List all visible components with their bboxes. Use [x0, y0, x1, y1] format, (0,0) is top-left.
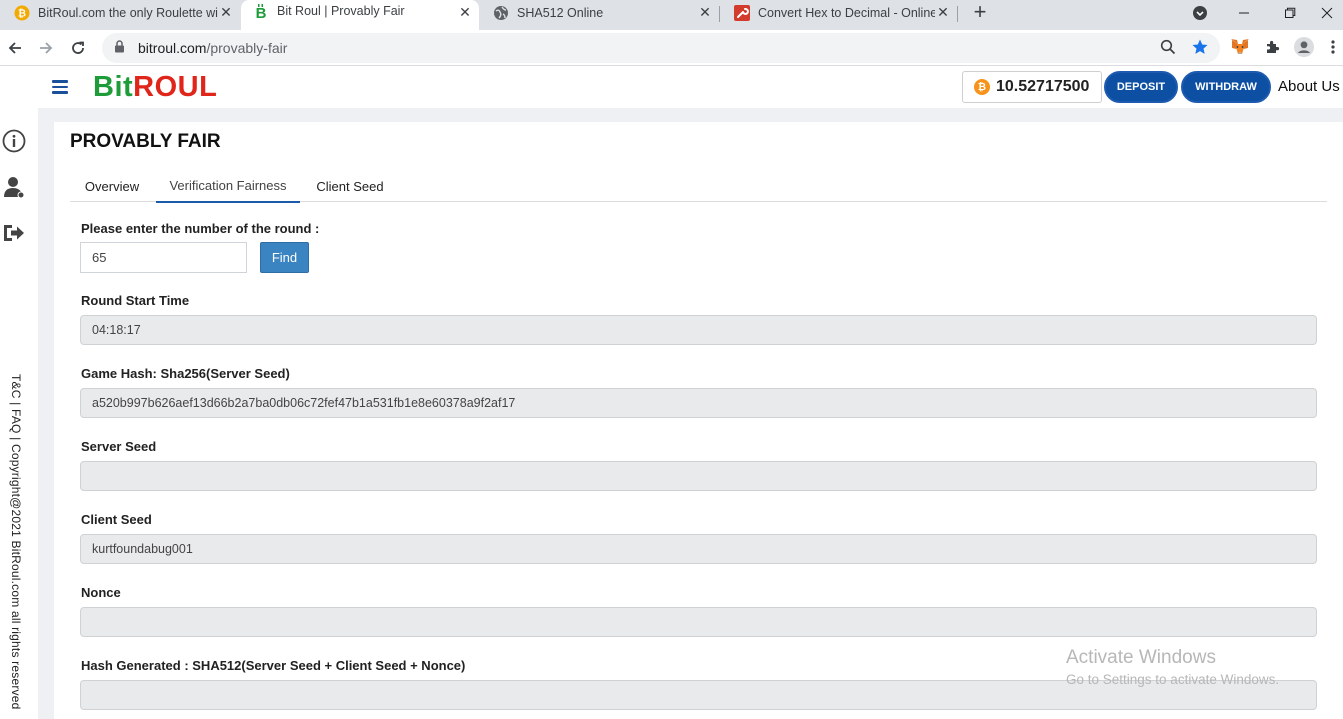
reload-icon[interactable] — [66, 36, 90, 60]
browser-tab-hex-to-decimal[interactable]: Convert Hex to Decimal - Online ✕ — [720, 0, 957, 25]
bitroul-logo[interactable]: BitROUL — [93, 71, 217, 104]
round-start-time-field[interactable]: 04:18:17 — [80, 315, 1317, 345]
hash-generated-label: Hash Generated : SHA512(Server Seed + Cl… — [81, 658, 466, 673]
nonce-label: Nonce — [81, 585, 121, 600]
game-hash-field[interactable]: a520b997b626aef13d66b2a7ba0db06c72fef47b… — [80, 388, 1317, 418]
round-number-input[interactable]: 65 — [80, 242, 247, 273]
svg-text:B: B — [256, 5, 267, 20]
wrench-icon — [734, 4, 750, 21]
about-us-link[interactable]: About Us — [1278, 78, 1340, 95]
globe-icon — [493, 5, 509, 21]
browser-tab-provably-fair[interactable]: B Bit Roul | Provably Fair ✕ — [241, 0, 479, 34]
new-tab-button[interactable]: + — [970, 1, 990, 23]
client-seed-label: Client Seed — [81, 512, 152, 527]
address-bar[interactable]: bitroul.com/provably-fair — [102, 33, 1220, 63]
lock-icon — [114, 40, 128, 56]
browser-toolbar: bitroul.com/provably-fair — [0, 30, 1343, 66]
tab-separator — [957, 6, 958, 22]
close-icon[interactable]: ✕ — [697, 4, 713, 21]
wallet-balance: ₿ 10.52717500 — [962, 71, 1102, 103]
browser-tab-title: Convert Hex to Decimal - Online — [758, 5, 935, 20]
close-window-icon[interactable] — [1311, 0, 1343, 25]
url-text: bitroul.com/provably-fair — [138, 40, 287, 56]
svg-text:₿: ₿ — [18, 7, 26, 19]
round-start-time-label: Round Start Time — [81, 293, 190, 308]
balance-amount: 10.52717500 — [996, 78, 1090, 95]
bitcoin-coin-icon: ₿ — [974, 79, 990, 95]
browser-tab-title: Bit Roul | Provably Fair — [277, 4, 405, 18]
url-host: bitroul.com — [138, 40, 207, 56]
browser-tab-title: SHA512 Online — [517, 5, 604, 20]
info-icon[interactable] — [1, 128, 27, 154]
close-icon[interactable]: ✕ — [457, 4, 473, 20]
minimize-icon[interactable] — [1222, 0, 1266, 25]
close-icon[interactable]: ✕ — [218, 4, 234, 21]
extensions-puzzle-icon[interactable] — [1263, 37, 1283, 57]
forward-icon[interactable] — [34, 36, 58, 60]
server-seed-field[interactable] — [80, 461, 1317, 491]
zoom-search-icon[interactable] — [1158, 37, 1178, 57]
restore-icon[interactable] — [1268, 0, 1312, 25]
bitroul-favicon: B — [253, 4, 269, 20]
browser-tab-bitroul-home[interactable]: ₿ BitRoul.com the only Roulette wi ✕ — [0, 0, 240, 25]
sidebar-footer-text[interactable]: T&C | FAQ | Copyright@2021 BitRoul.com a… — [9, 374, 23, 709]
nonce-field[interactable] — [80, 607, 1317, 637]
find-button[interactable]: Find — [260, 242, 309, 273]
tab-search-icon[interactable] — [1178, 0, 1222, 25]
browser-tab-sha512[interactable]: SHA512 Online ✕ — [479, 0, 719, 25]
metamask-fox-icon[interactable] — [1230, 37, 1250, 57]
tab-verification-fairness[interactable]: Verification Fairness — [156, 170, 300, 203]
hamburger-menu-icon[interactable] — [52, 80, 68, 94]
activate-windows-subtitle: Go to Settings to activate Windows. — [1066, 672, 1280, 687]
kebab-menu-icon[interactable] — [1327, 37, 1339, 57]
tab-client-seed[interactable]: Client Seed — [304, 170, 396, 202]
page-title: PROVABLY FAIR — [70, 131, 221, 152]
page-tabs: Overview Verification Fairness Client Se… — [70, 170, 1327, 203]
logout-icon[interactable] — [1, 220, 27, 246]
logo-bit: Bit — [93, 71, 134, 103]
profile-avatar-icon[interactable] — [1294, 37, 1314, 57]
bitcoin-icon: ₿ — [14, 5, 30, 21]
browser-tab-title: BitRoul.com the only Roulette wi — [38, 5, 218, 20]
site-header: BitROUL ₿ 10.52717500 DEPOSIT WITHDRAW A… — [0, 66, 1343, 108]
close-icon[interactable]: ✕ — [935, 4, 951, 21]
client-seed-field[interactable]: kurtfoundabug001 — [80, 534, 1317, 564]
activate-windows-title: Activate Windows — [1066, 647, 1216, 668]
game-hash-label: Game Hash: Sha256(Server Seed) — [81, 366, 290, 381]
deposit-button[interactable]: DEPOSIT — [1104, 71, 1178, 103]
logo-roul: ROUL — [133, 71, 218, 103]
user-icon[interactable] — [1, 174, 27, 200]
side-rail: T&C | FAQ | Copyright@2021 BitRoul.com a… — [0, 108, 38, 719]
bookmark-star-icon[interactable] — [1190, 37, 1210, 57]
browser-tab-strip: ₿ BitRoul.com the only Roulette wi ✕ B B… — [0, 0, 1343, 34]
back-icon[interactable] — [3, 36, 27, 60]
round-number-label: Please enter the number of the round : — [81, 221, 320, 236]
url-path: /provably-fair — [206, 40, 288, 56]
tab-overview[interactable]: Overview — [70, 170, 154, 202]
server-seed-label: Server Seed — [81, 439, 157, 454]
withdraw-button[interactable]: WITHDRAW — [1181, 71, 1271, 103]
